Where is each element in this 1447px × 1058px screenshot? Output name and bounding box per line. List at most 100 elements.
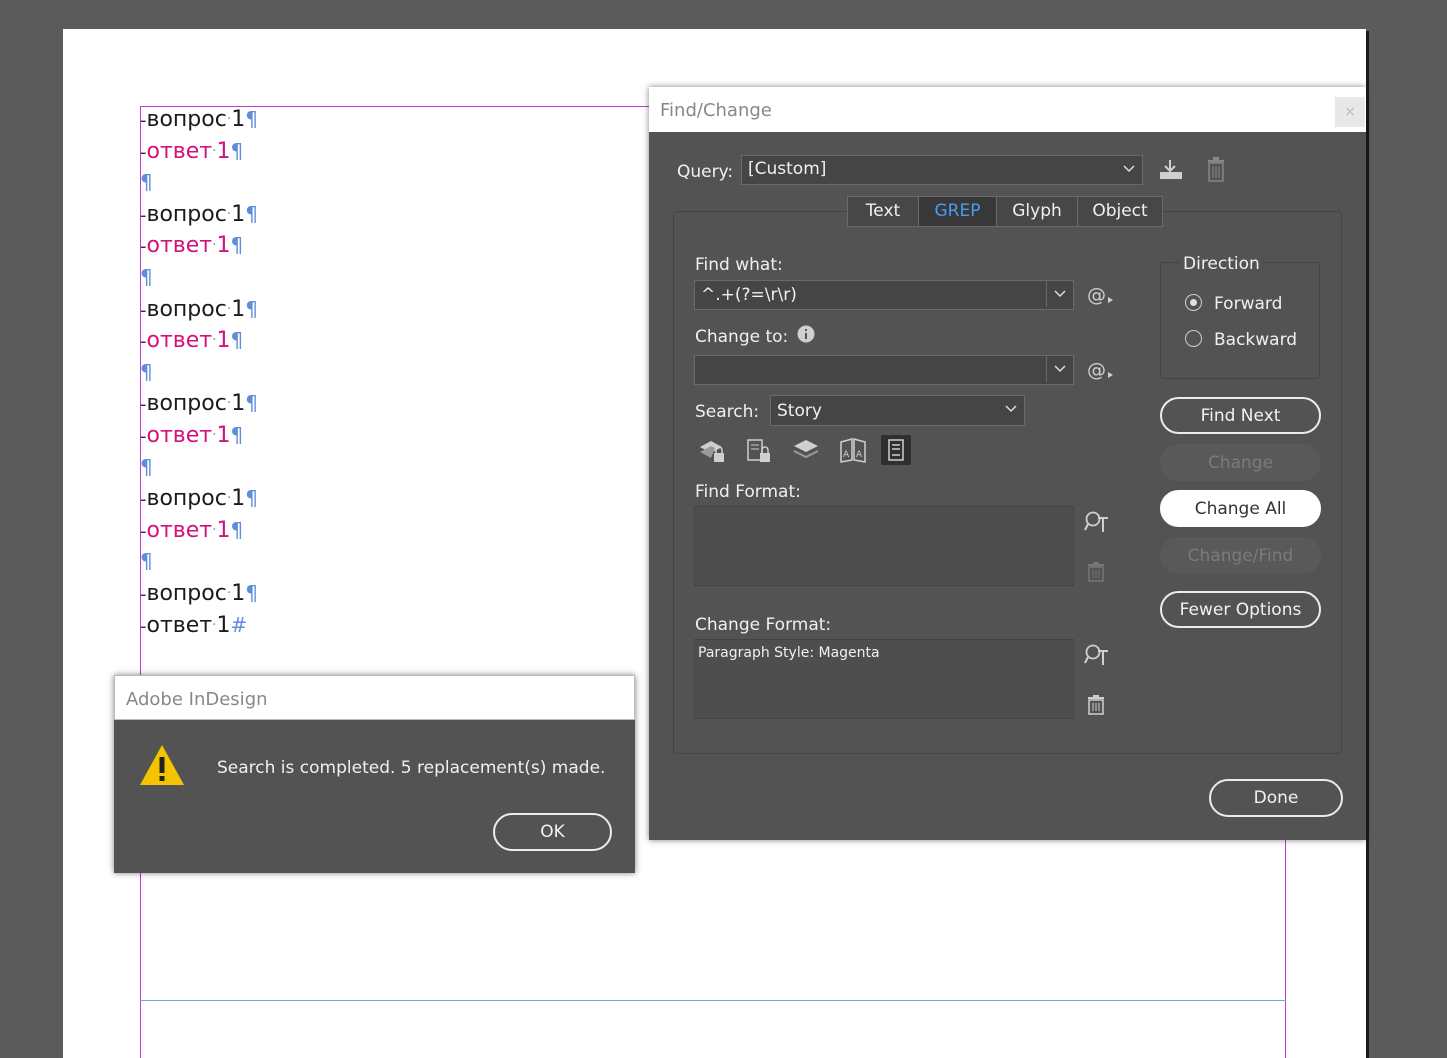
ok-button[interactable]: OK [493, 813, 612, 851]
include-hidden-layers-icon[interactable] [791, 435, 821, 465]
chevron-down-icon [998, 396, 1024, 422]
dialog-title-bar[interactable]: Find/Change × [649, 87, 1366, 132]
search-label: Search: [695, 402, 760, 422]
backward-label[interactable]: Backward [1214, 330, 1297, 350]
pilcrow-marker: ¶ [245, 201, 259, 226]
answer-word: ответ [146, 233, 213, 259]
line-number: 1 [231, 107, 246, 132]
svg-text:@: @ [1087, 359, 1106, 381]
margin-guide-right [1285, 830, 1286, 1058]
text-line: ¶ [140, 546, 258, 578]
close-button[interactable]: × [1335, 97, 1365, 127]
done-button[interactable]: Done [1209, 779, 1343, 817]
pilcrow-marker: ¶ [245, 391, 259, 416]
direction-group [1160, 262, 1320, 379]
clear-change-format-icon[interactable] [1087, 695, 1105, 719]
alert-dialog: Adobe InDesign Search is completed. 5 re… [114, 675, 635, 873]
question-word: вопрос [146, 486, 227, 512]
change-all-button[interactable]: Change All [1160, 490, 1321, 527]
save-query-icon[interactable] [1158, 158, 1184, 186]
chevron-down-icon[interactable] [1046, 281, 1073, 307]
fewer-options-button[interactable]: Fewer Options [1160, 591, 1321, 628]
pilcrow-marker: ¶ [245, 486, 259, 511]
text-line: -ответ·1¶ [140, 515, 258, 547]
search-scope-dropdown[interactable]: Story [770, 395, 1025, 426]
special-characters-change-icon[interactable]: @ [1087, 358, 1115, 386]
change-button[interactable]: Change [1160, 444, 1321, 481]
tab-text[interactable]: Text [848, 197, 919, 226]
svg-text:A: A [856, 450, 863, 460]
text-line: -вопрос·1¶ [140, 483, 258, 515]
change-format-label: Change Format: [695, 615, 832, 635]
find-next-button[interactable]: Find Next [1160, 397, 1321, 434]
pilcrow-marker: ¶ [230, 422, 244, 447]
forward-label[interactable]: Forward [1214, 294, 1282, 314]
pilcrow-marker: ¶ [230, 517, 244, 542]
change-to-input[interactable] [694, 355, 1074, 385]
change-to-label: Change to: [695, 327, 789, 347]
warning-icon [139, 743, 185, 791]
question-word: вопрос [146, 580, 227, 606]
specify-find-format-icon[interactable] [1084, 510, 1110, 538]
find-change-dialog: Find/Change × Query: [Custom] Text GREP … [649, 87, 1366, 840]
line-number: 1 [231, 296, 246, 322]
delete-query-icon[interactable] [1206, 157, 1226, 186]
find-what-input[interactable]: ^.+(?=\r\r) [694, 280, 1074, 310]
include-footnotes-icon[interactable] [881, 435, 911, 465]
line-number: 1 [216, 328, 231, 354]
backward-radio[interactable] [1185, 330, 1202, 347]
query-dropdown[interactable]: [Custom] [741, 155, 1143, 185]
find-format-label: Find Format: [695, 482, 801, 502]
text-line: -ответ·1¶ [140, 420, 258, 452]
text-line: -ответ·1¶ [140, 325, 258, 357]
search-scope-value: Story [777, 401, 822, 421]
pilcrow-marker: ¶ [140, 359, 153, 384]
svg-text:A: A [843, 450, 850, 460]
ruler-guide [140, 1000, 1286, 1001]
pilcrow-marker: ¶ [140, 264, 153, 289]
answer-word: ответ [146, 422, 213, 448]
line-number: 1 [231, 391, 246, 417]
pilcrow-marker: ¶ [245, 580, 259, 605]
line-number: 1 [216, 517, 231, 543]
tab-object[interactable]: Object [1078, 197, 1162, 226]
text-frame[interactable]: -вопрос·1¶ -ответ·1¶ ¶ -вопрос·1¶ -ответ·1¶ ¶… [140, 104, 258, 641]
text-line: -ответ·1# [140, 610, 258, 642]
change-format-value: Paragraph Style: Magenta [698, 645, 880, 661]
line-number: 1 [216, 233, 231, 259]
text-line: ¶ [140, 262, 258, 294]
page-shadow [1366, 31, 1369, 1058]
text-line: -вопрос·1¶ [140, 578, 258, 610]
dialog-title: Find/Change [660, 100, 772, 121]
find-format-box[interactable] [694, 506, 1074, 586]
special-characters-find-icon[interactable]: @ [1087, 283, 1115, 311]
line-number: 1 [216, 612, 231, 638]
info-icon[interactable] [797, 325, 815, 347]
question-word: вопрос [146, 201, 227, 227]
specify-change-format-icon[interactable] [1084, 643, 1110, 671]
tab-grep[interactable]: GREP [919, 197, 997, 226]
forward-radio[interactable] [1185, 294, 1202, 311]
pilcrow-marker: ¶ [230, 233, 244, 258]
question-word: вопрос [146, 296, 227, 322]
question-word: вопрос [146, 107, 227, 132]
alert-message: Search is completed. 5 replacement(s) ma… [217, 758, 606, 778]
include-locked-layers-icon[interactable] [697, 435, 727, 465]
change-find-button[interactable]: Change/Find [1160, 537, 1321, 574]
line-number: 1 [231, 486, 246, 512]
pilcrow-marker: ¶ [230, 138, 244, 163]
clear-find-format-icon [1087, 562, 1105, 586]
tab-glyph[interactable]: Glyph [997, 197, 1078, 226]
query-value: [Custom] [748, 159, 827, 179]
include-locked-stories-icon[interactable] [744, 435, 774, 465]
include-master-pages-icon[interactable]: AA [838, 435, 868, 465]
change-format-box[interactable]: Paragraph Style: Magenta [694, 639, 1074, 719]
alert-title: Adobe InDesign [126, 689, 268, 710]
pilcrow-marker: ¶ [230, 328, 244, 353]
pilcrow-marker: ¶ [140, 549, 153, 574]
chevron-down-icon [1116, 156, 1142, 182]
chevron-down-icon[interactable] [1046, 356, 1073, 382]
alert-title-bar[interactable]: Adobe InDesign [114, 675, 635, 720]
query-label: Query: [677, 162, 734, 182]
answer-word: ответ [146, 612, 213, 638]
